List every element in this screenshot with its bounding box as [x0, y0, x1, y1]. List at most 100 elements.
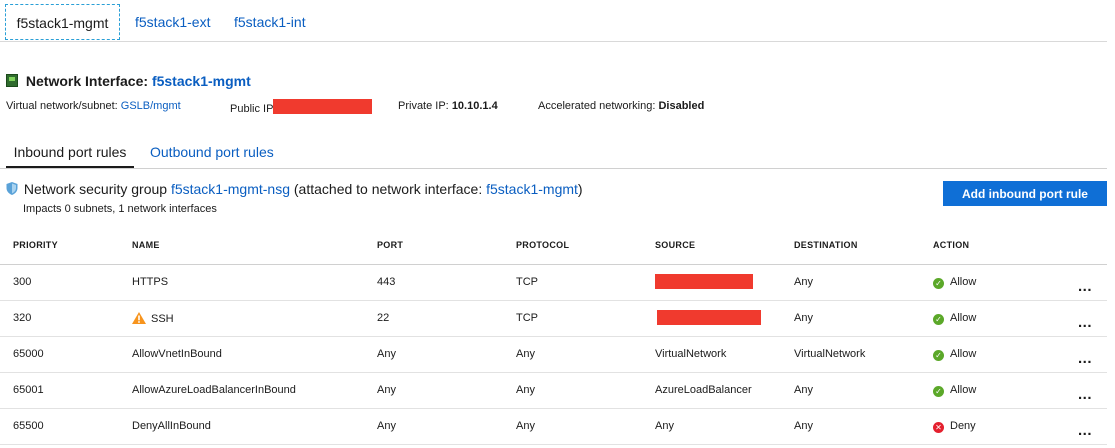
cell-priority: 65500	[0, 408, 132, 445]
check-circle-icon: ✓	[933, 349, 944, 361]
cell-source: VirtualNetwork	[655, 336, 794, 373]
add-inbound-port-rule-button[interactable]: Add inbound port rule	[943, 181, 1107, 206]
nsg-attached-nic-link[interactable]: f5stack1-mgmt	[486, 181, 578, 197]
public-ip-label: Public IP	[230, 103, 274, 115]
nic-name-link[interactable]: f5stack1-mgmt	[152, 73, 251, 89]
cell-priority: 65000	[0, 336, 132, 373]
table-header-row: PRIORITY NAME PORT PROTOCOL SOURCE DESTI…	[0, 227, 1107, 265]
table-row[interactable]: 65000 AllowVnetInBound Any Any VirtualNe…	[0, 336, 1107, 373]
warning-icon	[132, 311, 146, 324]
tab-outbound-port-rules[interactable]: Outbound port rules	[150, 144, 274, 168]
action-label: Allow	[950, 383, 977, 396]
cell-port: Any	[377, 408, 516, 445]
cell-destination: Any	[794, 372, 933, 409]
tab-f5stack1-ext[interactable]: f5stack1-ext	[135, 4, 210, 40]
private-ip: Private IP: 10.10.1.4	[398, 99, 498, 113]
nic-tab-bar: f5stack1-mgmt f5stack1-ext f5stack1-int	[0, 0, 1107, 42]
cell-protocol: Any	[516, 408, 655, 445]
cell-protocol: Any	[516, 336, 655, 373]
source-redaction	[657, 310, 761, 325]
cell-destination: Any	[794, 300, 933, 337]
tab-inbound-port-rules[interactable]: Inbound port rules	[6, 144, 134, 168]
table-row[interactable]: 320 SSH 22 TCP Any ✓ Allow ...	[0, 300, 1107, 337]
action-label: Allow	[950, 347, 977, 360]
vnet-subnet: Virtual network/subnet: GSLB/mgmt	[6, 99, 181, 113]
nsg-summary: Network security group f5stack1-mgmt-nsg…	[6, 181, 583, 197]
more-dots-icon: ...	[1077, 421, 1092, 439]
nsg-attached-suffix: )	[577, 181, 583, 197]
cell-priority: 65001	[0, 372, 132, 409]
cell-protocol: TCP	[516, 300, 655, 337]
vnet-link[interactable]: GSLB/mgmt	[121, 100, 181, 112]
private-ip-label: Private IP:	[398, 100, 449, 112]
action-label: Allow	[950, 311, 977, 324]
check-circle-icon: ✓	[933, 385, 944, 397]
header-source[interactable]: SOURCE	[655, 227, 794, 265]
accel-label: Accelerated networking:	[538, 100, 656, 112]
tab-f5stack1-mgmt[interactable]: f5stack1-mgmt	[5, 4, 120, 40]
cell-destination: Any	[794, 264, 933, 301]
cell-source	[655, 300, 794, 337]
cell-port: 22	[377, 300, 516, 337]
header-action[interactable]: ACTION	[933, 227, 1063, 265]
rule-tab-bar: Inbound port rules Outbound port rules	[0, 138, 1107, 169]
tab-f5stack1-int[interactable]: f5stack1-int	[234, 4, 306, 40]
table-row[interactable]: 65001 AllowAzureLoadBalancerInBound Any …	[0, 372, 1107, 409]
public-ip: Public IP	[230, 99, 373, 115]
nsg-attached-prefix: (attached to network interface:	[293, 181, 483, 197]
cell-priority: 320	[0, 300, 132, 337]
action-label: Allow	[950, 275, 977, 288]
accel-value: Disabled	[658, 100, 705, 112]
table-row[interactable]: 300 HTTPS 443 TCP Any ✓ Allow ...	[0, 264, 1107, 301]
row-more-button[interactable]: ...	[1063, 372, 1107, 409]
cell-action: ✓ Allow	[933, 336, 1063, 373]
cell-name: DenyAllInBound	[132, 408, 377, 445]
header-priority[interactable]: PRIORITY	[0, 227, 132, 265]
rule-name: SSH	[151, 312, 174, 325]
header-destination[interactable]: DESTINATION	[794, 227, 933, 265]
cell-protocol: Any	[516, 372, 655, 409]
cell-destination: Any	[794, 408, 933, 445]
source-redaction	[655, 274, 753, 289]
inbound-rules-table: PRIORITY NAME PORT PROTOCOL SOURCE DESTI…	[0, 227, 1107, 445]
more-dots-icon: ...	[1077, 277, 1092, 295]
cell-source: Any	[655, 408, 794, 445]
row-more-button[interactable]: ...	[1063, 336, 1107, 373]
cell-name: AllowAzureLoadBalancerInBound	[132, 372, 377, 409]
x-circle-icon: ✕	[933, 421, 944, 433]
nsg-impacts: Impacts 0 subnets, 1 network interfaces	[23, 203, 217, 215]
cell-action: ✓ Allow	[933, 372, 1063, 409]
nsg-name-link[interactable]: f5stack1-mgmt-nsg	[171, 181, 290, 197]
nic-heading-prefix: Network Interface:	[25, 73, 149, 89]
check-circle-icon: ✓	[933, 277, 944, 289]
cell-port: Any	[377, 372, 516, 409]
cell-port: Any	[377, 336, 516, 373]
network-interface-icon	[6, 74, 18, 87]
table-row[interactable]: 65500 DenyAllInBound Any Any Any Any ✕ De…	[0, 408, 1107, 445]
cell-name: HTTPS	[132, 264, 377, 301]
row-more-button[interactable]: ...	[1063, 300, 1107, 337]
more-dots-icon: ...	[1077, 349, 1092, 367]
shield-icon	[6, 182, 18, 195]
public-ip-redaction	[273, 99, 373, 114]
row-more-button[interactable]: ...	[1063, 408, 1107, 445]
cell-action: ✕ Deny	[933, 408, 1063, 445]
cell-source: AzureLoadBalancer	[655, 372, 794, 409]
cell-name: SSH	[132, 300, 377, 337]
more-dots-icon: ...	[1077, 313, 1092, 331]
cell-priority: 300	[0, 264, 132, 301]
vnet-label: Virtual network/subnet:	[6, 100, 118, 112]
accelerated-networking: Accelerated networking: Disabled	[538, 99, 704, 113]
header-more	[1063, 227, 1107, 265]
header-name[interactable]: NAME	[132, 227, 377, 265]
nic-heading: Network Interface: f5stack1-mgmt	[6, 73, 251, 91]
header-protocol[interactable]: PROTOCOL	[516, 227, 655, 265]
cell-action: ✓ Allow	[933, 300, 1063, 337]
cell-action: ✓ Allow	[933, 264, 1063, 301]
row-more-button[interactable]: ...	[1063, 264, 1107, 301]
cell-name: AllowVnetInBound	[132, 336, 377, 373]
cell-protocol: TCP	[516, 264, 655, 301]
more-dots-icon: ...	[1077, 385, 1092, 403]
header-port[interactable]: PORT	[377, 227, 516, 265]
cell-port: 443	[377, 264, 516, 301]
